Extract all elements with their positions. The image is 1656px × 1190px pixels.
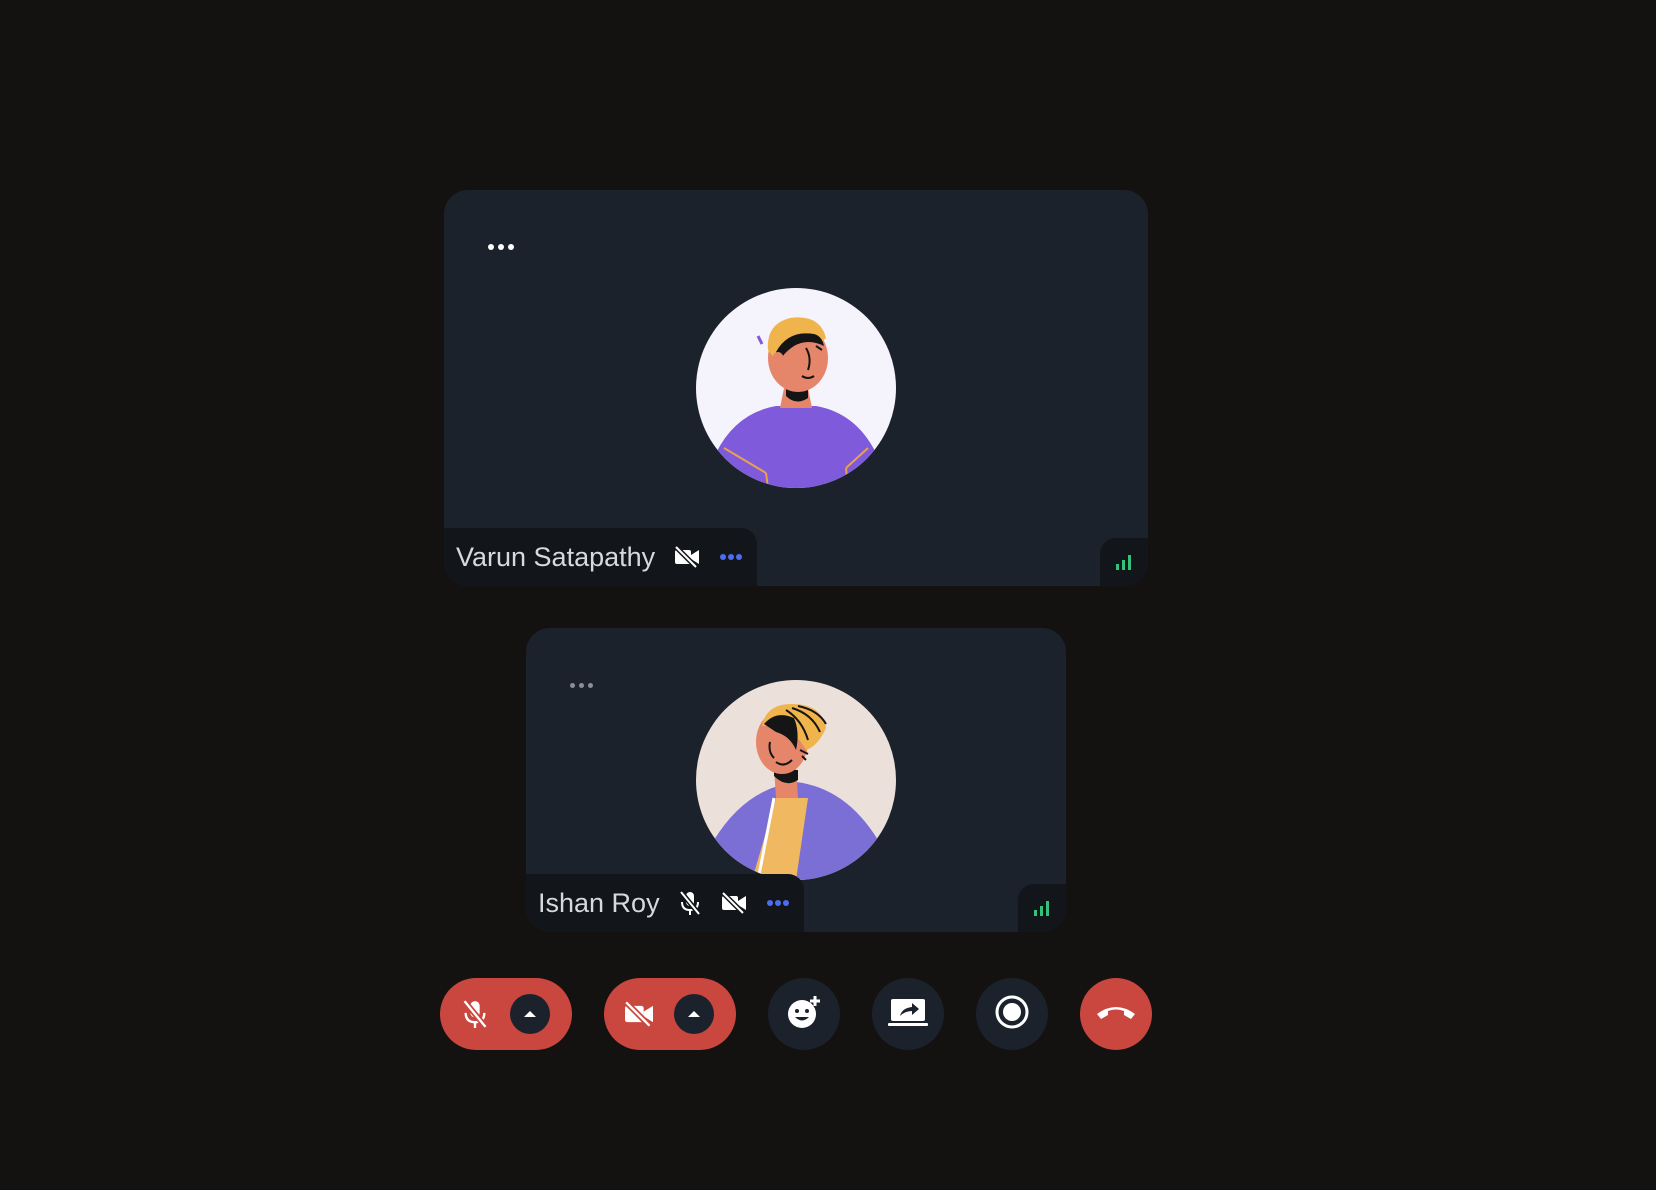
emoji-add-icon [786,994,822,1035]
record-icon [994,994,1030,1035]
avatar [696,680,896,880]
screen-share-button[interactable] [872,978,944,1050]
participant-name: Ishan Roy [538,887,660,918]
participant-name-bar: Ishan Roy [526,874,804,932]
participant-more-options-button[interactable] [766,899,790,907]
video-off-icon [720,891,748,915]
call-controls-toolbar [0,978,1656,1050]
camera-options-chevron-up-icon[interactable] [674,994,714,1034]
tile-more-options-button[interactable] [570,683,593,688]
tile-more-options-button[interactable] [488,244,514,250]
participant-more-options-button[interactable] [719,553,743,561]
reactions-button[interactable] [768,978,840,1050]
video-off-icon [604,1000,674,1028]
mic-off-icon [440,998,510,1030]
mic-toggle-button[interactable] [440,978,572,1050]
participant-tile-ishan[interactable]: Ishan Roy [526,628,1066,932]
network-signal-icon [1018,884,1066,932]
avatar-illustration [696,680,896,880]
mic-off-icon [678,890,702,916]
screen-share-icon [888,996,928,1033]
participant-tile-varun[interactable]: Varun Satapathy [444,190,1148,586]
participant-name-bar: Varun Satapathy [444,528,758,586]
avatar-illustration [696,288,896,488]
record-button[interactable] [976,978,1048,1050]
participant-name: Varun Satapathy [456,541,656,572]
mic-options-chevron-up-icon[interactable] [510,994,550,1034]
end-call-icon [1095,1002,1137,1027]
network-signal-icon [1100,538,1148,586]
video-off-icon [673,545,701,569]
leave-call-button[interactable] [1080,978,1152,1050]
avatar [696,288,896,488]
camera-toggle-button[interactable] [604,978,736,1050]
